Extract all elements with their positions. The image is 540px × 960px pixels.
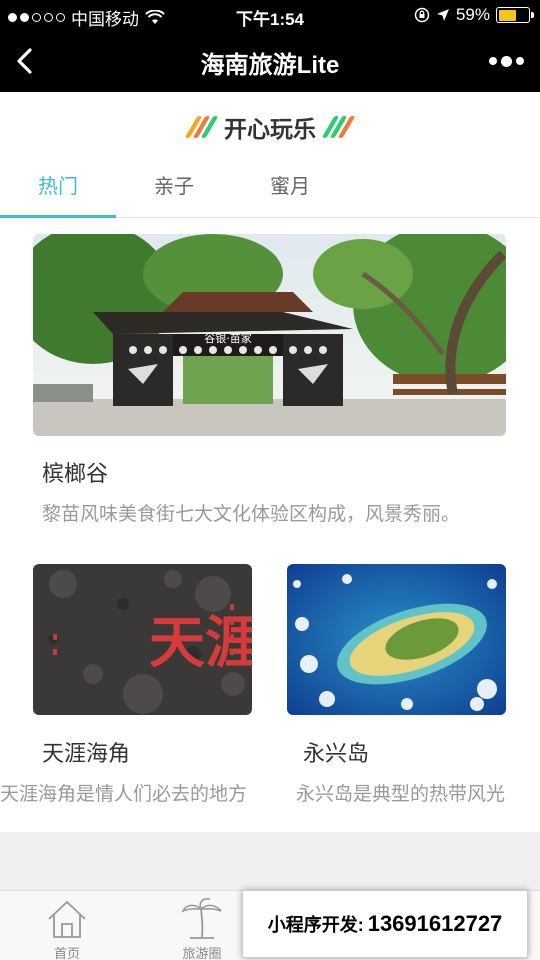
decorative-slashes-icon (321, 116, 356, 138)
status-bar: 中国移动 下午1:54 59% (0, 0, 540, 30)
tab-family[interactable]: 亲子 (116, 162, 232, 218)
card-desc-binglanggu: 黎苗风味美食街七大文化体验区构成，风景秀丽。 (42, 504, 461, 525)
page-title: 海南旅游Lite (200, 52, 340, 79)
card-title-yongxing-island[interactable]: 永兴岛 (303, 736, 369, 768)
tab-hot[interactable]: 热门 (0, 162, 116, 218)
location-arrow-icon (436, 9, 449, 21)
card-title-binglanggu[interactable]: 槟榔谷 (42, 456, 108, 488)
navigation-bar: 海南旅游Lite (0, 30, 540, 92)
section-heading: 开心玩乐 (224, 116, 316, 142)
decorative-slashes-icon (184, 116, 219, 138)
more-menu-button[interactable] (486, 50, 526, 72)
gate-sign-text: 谷银·苗家 (204, 331, 252, 345)
tabbar-item-home[interactable]: 首页 (22, 897, 112, 960)
battery-percent: 59% (455, 5, 490, 24)
home-icon (48, 900, 86, 938)
status-right: 59% (414, 5, 534, 25)
back-button[interactable] (10, 42, 46, 80)
rotation-lock-icon (414, 7, 430, 23)
card-desc-tianya-haijiao: 天涯海角是情人们必去的地方 (0, 784, 248, 805)
yongxing-island-photo[interactable] (287, 564, 506, 715)
rock-carving-text: 天涯 (149, 610, 252, 676)
section-header: 开心玩乐 (0, 110, 540, 144)
tabbar-label-travel-circle: 旅游圈 (182, 946, 222, 960)
promo-phone: 13691612727 (367, 911, 503, 936)
tabbar-label-home: 首页 (53, 946, 80, 960)
tabbar-item-travel-circle[interactable]: 旅游圈 (157, 897, 247, 960)
card-title-tianya-haijiao[interactable]: 天涯海角 (42, 736, 130, 768)
promo-banner: 小程序开发: 13691612727 (242, 890, 528, 958)
tianya-haijiao-photo[interactable]: 天涯 (33, 564, 252, 715)
chevron-left-icon (17, 48, 32, 74)
card-desc-yongxing-island: 永兴岛是典型的热带风光 (296, 784, 506, 805)
category-tabs: 热门 亲子 蜜月 (0, 162, 540, 218)
palm-tree-icon (181, 898, 222, 939)
tab-honeymoon[interactable]: 蜜月 (232, 162, 348, 218)
main-content: 开心玩乐 热门 亲子 蜜月 谷银·苗家 槟榔谷 黎苗风味美食街七大文化体验区构成… (0, 92, 540, 832)
battery-icon (496, 7, 534, 23)
more-icon (488, 57, 497, 65)
binglanggu-photo[interactable]: 谷银·苗家 (33, 234, 506, 436)
promo-label: 小程序开发: (267, 915, 364, 935)
